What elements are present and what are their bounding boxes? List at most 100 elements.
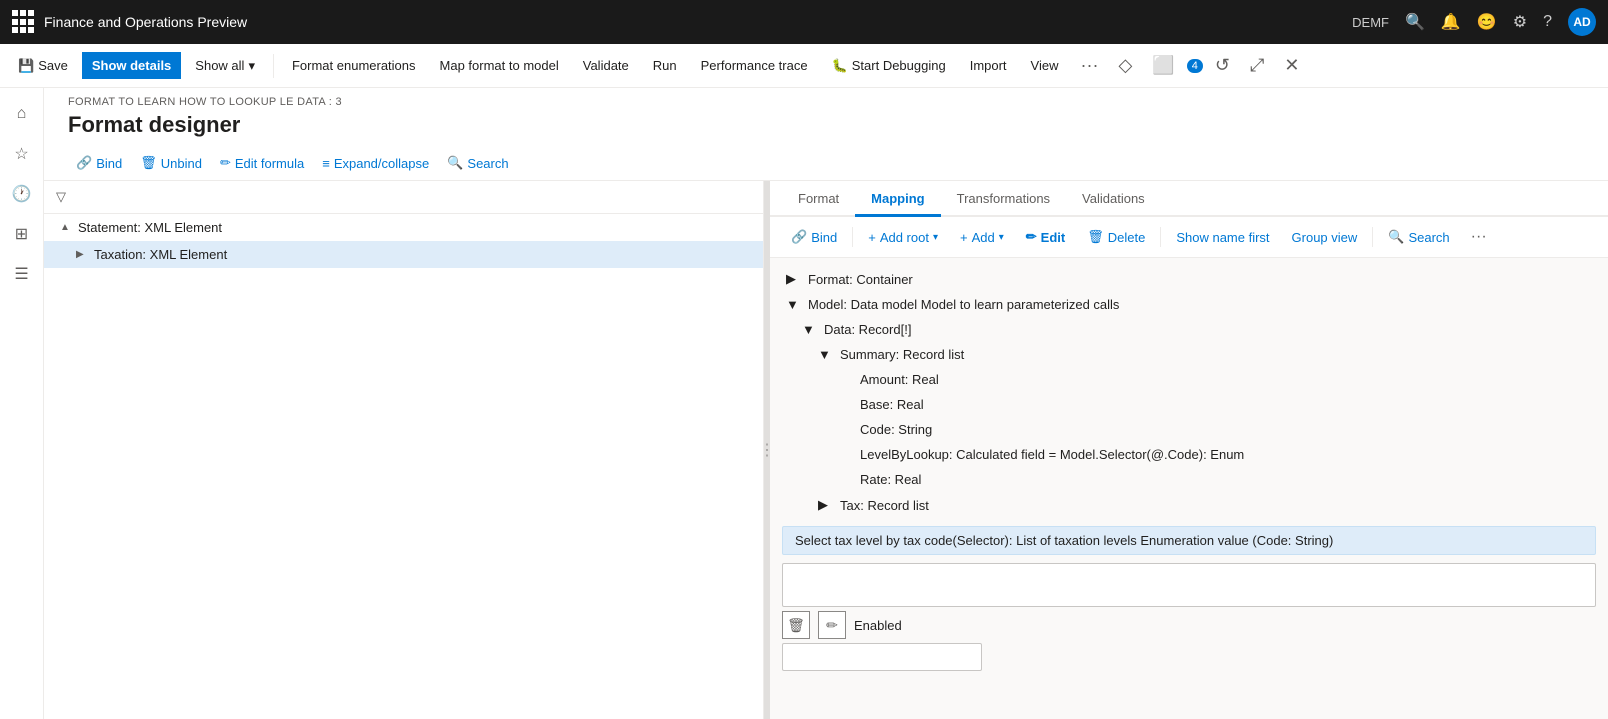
expand-icon-statement: ▲ [60,222,72,233]
diamond-icon[interactable]: ◇ [1110,51,1140,80]
expand-data: ▼ [802,322,818,337]
tab-mapping[interactable]: Mapping [855,181,940,217]
model-tree-data[interactable]: ▼ Data: Record[!] [770,317,1608,342]
unbind-button[interactable]: 🗑 Unbind [132,150,210,176]
show-name-first-button[interactable]: Show name first [1167,224,1278,251]
add-button[interactable]: + Add ▾ [951,224,1013,251]
tab-validations[interactable]: Validations [1066,181,1161,217]
model-tree-format[interactable]: ▶ Format: Container [770,266,1608,292]
tree-item-label-taxation: Taxation: XML Element [94,247,227,262]
expand-collapse-button[interactable]: ≡ Expand/collapse [314,151,437,176]
waffle-menu[interactable] [12,10,36,34]
mapping-content: ▶ Format: Container ▼ Model: Data model … [770,258,1608,719]
expand-summary: ▼ [818,347,834,362]
title-bar: Finance and Operations Preview DEMF 🔍 🔔 … [0,0,1608,44]
title-bar-right: DEMF 🔍 🔔 😊 ⚙ ? AD [1352,8,1596,36]
bind-icon: 🔗 [76,155,92,171]
save-button[interactable]: 💾 Save [8,52,78,80]
map-format-to-model-button[interactable]: Map format to model [430,52,569,79]
delete-button[interactable]: 🗑 Delete [1078,223,1154,251]
tree-item-taxation[interactable]: ▶ Taxation: XML Element [44,241,763,268]
view-button[interactable]: View [1021,52,1069,79]
delete-enabled-button[interactable]: 🗑 [782,611,810,639]
expand-format: ▶ [786,271,802,287]
avatar[interactable]: AD [1568,8,1596,36]
model-tree-base[interactable]: Base: Real [770,392,1608,417]
expand-icon[interactable]: ⤢ [1242,51,1272,80]
run-button[interactable]: Run [643,52,687,79]
tree-item-statement[interactable]: ▲ Statement: XML Element [44,214,763,241]
model-tree-levelbylookup[interactable]: LevelByLookup: Calculated field = Model.… [770,442,1608,467]
show-details-button[interactable]: Show details [82,52,181,79]
model-tree-amount[interactable]: Amount: Real [770,367,1608,392]
breadcrumb: FORMAT TO LEARN HOW TO LOOKUP LE DATA : … [68,96,1584,108]
search-icon[interactable]: 🔍 [1405,12,1425,32]
mapping-panel: Format Mapping Transformations Validatio… [770,181,1608,719]
tree-item-label-statement: Statement: XML Element [78,220,222,235]
filter-bar: ▽ [44,181,763,214]
map-sep-2 [1160,227,1161,247]
enabled-input-container [782,643,1596,671]
unbind-icon: 🗑 [140,155,157,171]
command-bar: 💾 Save Show details Show all ▾ Format en… [0,44,1608,88]
map-bind-button[interactable]: 🔗 Bind [782,223,846,251]
search-icon: 🔍 [447,155,463,171]
model-tree-tax[interactable]: ▶ Tax: Record list [770,492,1608,518]
content-area: FORMAT TO LEARN HOW TO LOOKUP LE DATA : … [44,88,1608,719]
refresh-icon[interactable]: ↺ [1207,51,1238,80]
badge-count: 4 [1187,59,1203,73]
bind-button[interactable]: 🔗 Bind [68,150,130,176]
performance-trace-button[interactable]: Performance trace [691,52,818,79]
user-icon[interactable]: 😊 [1477,12,1497,32]
edit-button[interactable]: ✏ Edit [1017,223,1074,251]
add-icon: + [960,230,968,245]
save-icon: 💾 [18,58,34,74]
debug-icon: 🐛 [832,58,848,74]
group-view-button[interactable]: Group view [1283,224,1367,251]
enabled-label: Enabled [854,618,902,633]
two-panel: ▽ ▲ Statement: XML Element ▶ Taxation: X… [44,181,1608,719]
model-tree-code[interactable]: Code: String [770,417,1608,442]
show-all-button[interactable]: Show all ▾ [185,52,265,80]
add-root-button[interactable]: + Add root ▾ [859,224,947,251]
nav-star[interactable]: ☆ [4,136,40,172]
start-debugging-button[interactable]: 🐛 Start Debugging [822,52,956,80]
settings-icon[interactable]: ⚙ [1513,12,1527,32]
filter-icon[interactable]: ▽ [56,189,66,205]
formula-bar[interactable] [782,563,1596,607]
more-options[interactable]: ··· [1073,51,1107,80]
enabled-row: 🗑 ✏ Enabled [782,611,1596,639]
selected-mapping-item[interactable]: Select tax level by tax code(Selector): … [782,526,1596,555]
format-enumerations-button[interactable]: Format enumerations [282,52,426,79]
tab-transformations[interactable]: Transformations [941,181,1066,217]
model-tree-model[interactable]: ▼ Model: Data model Model to learn param… [770,292,1608,317]
edit-icon: ✏ [220,155,231,171]
import-button[interactable]: Import [960,52,1017,79]
left-nav: ⌂ ☆ 🕐 ⊞ ☰ [0,88,44,719]
help-icon[interactable]: ? [1543,13,1552,31]
model-tree-summary[interactable]: ▼ Summary: Record list [770,342,1608,367]
more-mapping-options[interactable]: ··· [1463,224,1495,250]
nav-grid[interactable]: ⊞ [4,216,40,252]
validate-button[interactable]: Validate [573,52,639,79]
panel-icon[interactable]: ⬜ [1144,51,1182,80]
add-root-icon: + [868,230,876,245]
delete-icon: 🗑 [1087,229,1104,245]
add-root-chevron: ▾ [933,232,938,243]
map-sep-1 [852,227,853,247]
bell-icon[interactable]: 🔔 [1441,12,1461,32]
nav-clock[interactable]: 🕐 [4,176,40,212]
edit-enabled-button[interactable]: ✏ [818,611,846,639]
search-icon-right: 🔍 [1388,229,1404,245]
search-button-left[interactable]: 🔍 Search [439,150,516,176]
tabs-row: Format Mapping Transformations Validatio… [770,181,1608,217]
close-icon[interactable]: ✕ [1276,51,1307,80]
enabled-input[interactable] [782,643,982,671]
model-tree-rate[interactable]: Rate: Real [770,467,1608,492]
edit-formula-button[interactable]: ✏ Edit formula [212,150,312,176]
tab-format[interactable]: Format [782,181,855,217]
nav-home[interactable]: ⌂ [4,96,40,132]
main-layout: ⌂ ☆ 🕐 ⊞ ☰ FORMAT TO LEARN HOW TO LOOKUP … [0,88,1608,719]
search-button-right[interactable]: 🔍 Search [1379,223,1458,251]
nav-list[interactable]: ☰ [4,256,40,292]
